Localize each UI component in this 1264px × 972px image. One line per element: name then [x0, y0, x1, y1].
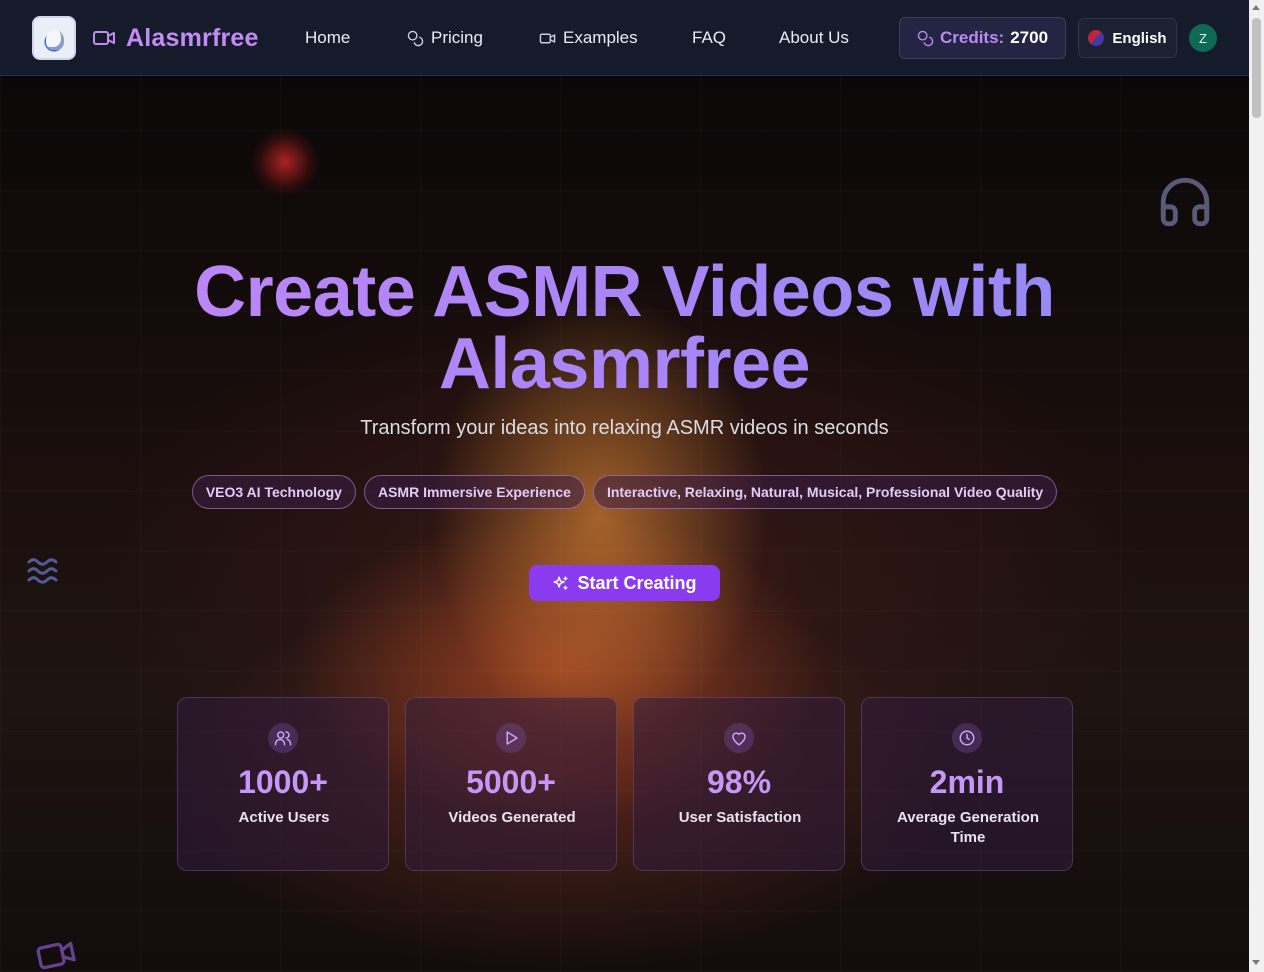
nav-examples-label: Examples — [563, 28, 638, 47]
feature-tags: VEO3 AI Technology ASMR Immersive Experi… — [0, 475, 1249, 509]
feature-tag: VEO3 AI Technology — [191, 475, 356, 509]
video-camera-icon — [36, 941, 76, 970]
video-camera-icon — [93, 31, 115, 45]
stat-card-generation-time: 2min Average Generation Time — [861, 697, 1073, 871]
nav-faq[interactable]: FAQ — [692, 26, 726, 50]
language-selector[interactable]: English — [1078, 18, 1177, 58]
video-icon — [539, 33, 556, 43]
hero-section: Create ASMR Videos with Alasmrfree Trans… — [0, 77, 1249, 972]
users-icon — [274, 731, 292, 746]
flag-icon — [1088, 30, 1105, 46]
nav-examples[interactable]: Examples — [539, 26, 638, 50]
stat-label: Active Users — [238, 809, 330, 826]
hero-subtitle: Transform your ideas into relaxing ASMR … — [360, 417, 889, 439]
stat-label: Average Generation Time — [897, 809, 1039, 846]
stat-card-videos: 5000+ Videos Generated — [405, 697, 617, 871]
glow-decoration — [250, 127, 320, 197]
start-creating-label: Start Creating — [577, 572, 697, 593]
stat-card-satisfaction: 98% User Satisfaction — [633, 697, 845, 871]
stat-value: 1000+ — [238, 764, 328, 800]
nav-faq-label: FAQ — [692, 28, 727, 47]
start-creating-button[interactable]: Start Creating — [529, 565, 720, 601]
nav-home[interactable]: Home — [305, 26, 350, 50]
scroll-up-arrow[interactable] — [1252, 5, 1260, 10]
coins-icon — [407, 30, 424, 46]
stat-label: User Satisfaction — [678, 809, 802, 826]
nav-home-label: Home — [305, 28, 351, 47]
nav-pricing-label: Pricing — [431, 28, 483, 47]
nav-about-label: About Us — [779, 28, 849, 47]
feature-tag: ASMR Immersive Experience — [363, 475, 585, 509]
credits-value: 2700 — [1010, 28, 1049, 47]
page-scrollbar[interactable] — [1249, 0, 1264, 972]
stat-card-users: 1000+ Active Users — [177, 697, 389, 871]
play-icon — [506, 731, 518, 745]
nav-pricing[interactable]: Pricing — [407, 26, 483, 50]
waves-icon — [27, 558, 58, 584]
stat-value: 98% — [706, 764, 772, 800]
language-label: English — [1112, 29, 1167, 47]
heart-icon — [732, 732, 746, 746]
stat-value: 2min — [929, 764, 1005, 800]
user-avatar[interactable]: Z — [1189, 24, 1217, 52]
clock-icon — [959, 730, 975, 746]
hero-title-line1: Create ASMR Videos with — [194, 252, 1055, 332]
stat-label: Videos Generated — [448, 809, 576, 826]
scroll-down-arrow[interactable] — [1252, 960, 1260, 965]
sparkles-icon — [553, 575, 569, 590]
hero-title-line2: Alasmrfree — [438, 324, 811, 404]
site-logo[interactable] — [32, 16, 76, 60]
nav-about-us[interactable]: About Us — [779, 26, 849, 50]
brand-name: Alasmrfree — [126, 23, 259, 52]
brand-link[interactable]: Alasmrfree — [92, 22, 259, 54]
stat-value: 5000+ — [466, 764, 556, 800]
coins-icon — [917, 30, 934, 46]
feature-tag: Interactive, Relaxing, Natural, Musical,… — [592, 475, 1058, 509]
headphones-icon — [1160, 177, 1210, 227]
top-navbar: Alasmrfree Home Pricing Examples FAQ Abo… — [0, 0, 1249, 76]
hero-title: Create ASMR Videos with Alasmrfree — [0, 256, 1249, 400]
scroll-thumb[interactable] — [1252, 18, 1261, 118]
credits-badge[interactable]: Credits: 2700 — [899, 17, 1066, 59]
credits-label: Credits: — [939, 28, 1005, 47]
